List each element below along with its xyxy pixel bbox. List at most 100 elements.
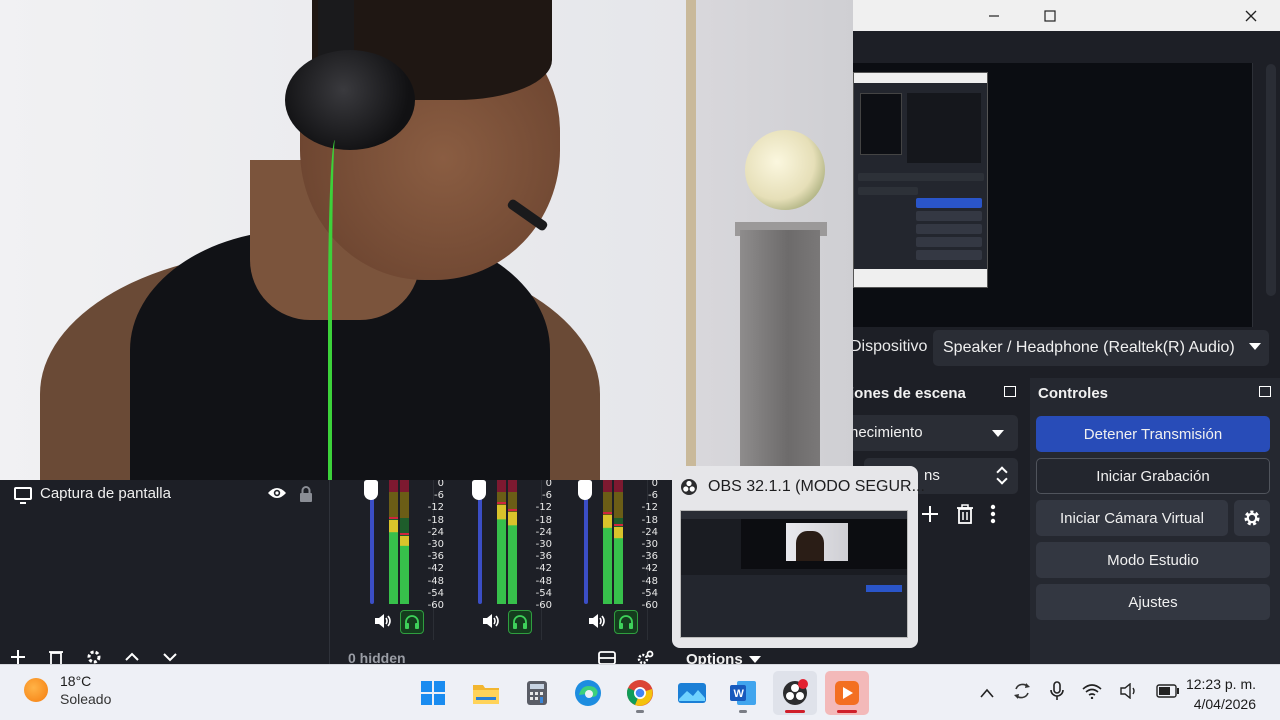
db-tick-label: -24 [427, 526, 444, 538]
db-tick-label: -18 [641, 514, 658, 526]
preview-thumbnail[interactable] [680, 510, 908, 638]
stop-stream-button[interactable]: Detener Transmisión [1036, 416, 1270, 452]
db-tick-label: -42 [427, 563, 444, 575]
virtual-camera-settings-button[interactable] [1234, 500, 1270, 536]
mixer-channel: 0 -6 -12 -18 -24 -30 -36 -42 -48 -54 -60 [330, 478, 444, 640]
taskbar: 18°C Soleado W 12:23 p. m. 4/04/2026 [0, 664, 1280, 720]
video-editor-app[interactable] [825, 671, 869, 715]
monitor-icon [14, 487, 32, 504]
db-tick-label: -54 [427, 587, 444, 599]
controls-panel: Controles Detener Transmisión Iniciar Gr… [1030, 378, 1280, 664]
headphones-icon[interactable] [400, 610, 424, 634]
db-tick-label: -48 [641, 575, 658, 587]
weather-widget[interactable]: 18°C Soleado [24, 673, 111, 707]
transition-value: necimiento [850, 424, 923, 441]
db-scale: 0 -6 -12 -18 -24 -30 -36 -42 -48 -54 -60 [600, 478, 658, 612]
eye-icon[interactable] [267, 486, 287, 505]
volume-fader[interactable] [478, 490, 482, 604]
start-virtual-camera-button[interactable]: Iniciar Cámara Virtual [1036, 500, 1228, 536]
db-tick-label: -48 [427, 575, 444, 587]
window-titlebar [853, 0, 1280, 31]
obs-icon [681, 479, 697, 495]
running-indicator [636, 710, 644, 713]
transition-select[interactable]: necimiento [840, 415, 1018, 451]
start-button[interactable] [411, 671, 455, 715]
speaker-icon[interactable] [374, 613, 392, 634]
audio-device-row: Dispositivo Speaker / Headphone (Realtek… [850, 328, 1280, 368]
speaker-icon[interactable] [588, 613, 606, 634]
active-indicator [785, 710, 805, 713]
undock-icon[interactable] [1259, 386, 1271, 397]
chevron-down-icon [992, 430, 1004, 437]
volume-fader[interactable] [584, 490, 588, 604]
fader-handle[interactable] [578, 480, 592, 500]
db-tick-label: -12 [641, 502, 658, 514]
active-indicator [837, 710, 857, 713]
close-icon[interactable] [1222, 0, 1280, 31]
db-tick-label: -54 [641, 587, 658, 599]
headphones-icon[interactable] [508, 610, 532, 634]
svg-text:W: W [734, 688, 745, 700]
db-tick-label: -6 [434, 490, 444, 502]
taskbar-window-preview[interactable]: OBS 32.1.1 (MODO SEGUR... [672, 466, 925, 648]
maximize-icon[interactable] [1022, 0, 1078, 31]
headphones-icon[interactable] [614, 610, 638, 634]
db-tick-label: -18 [427, 514, 444, 526]
db-tick-label: -36 [641, 551, 658, 563]
undock-icon[interactable] [1004, 386, 1016, 397]
calculator-icon [527, 681, 547, 705]
mixer-channel: 0 -6 -12 -18 -24 -30 -36 -42 -48 -54 -60 [438, 478, 552, 640]
fader-handle[interactable] [472, 480, 486, 500]
source-item[interactable]: Captura de pantalla [0, 480, 330, 508]
source-name: Captura de pantalla [40, 485, 171, 502]
audio-mixer: 0 -6 -12 -18 -24 -30 -36 -42 -48 -54 -60 0 -6 -12 -18-… [330, 478, 670, 666]
add-icon[interactable] [920, 503, 940, 531]
volume-fader[interactable] [370, 490, 374, 604]
video-editor-icon [835, 681, 859, 705]
minimize-icon[interactable] [966, 0, 1022, 31]
chrome-icon [627, 680, 653, 706]
clock[interactable]: 12:23 p. m. 4/04/2026 [1186, 674, 1256, 714]
gear-icon [1244, 510, 1260, 526]
wifi-icon[interactable] [1082, 683, 1102, 704]
word-icon: W [730, 681, 756, 705]
clock-date: 4/04/2026 [1193, 696, 1256, 712]
file-explorer-app[interactable] [464, 671, 508, 715]
db-tick-label: -30 [427, 539, 444, 551]
transition-tools [920, 502, 1020, 532]
system-tray [980, 681, 1180, 706]
db-scale: 0 -6 -12 -18 -24 -30 -36 -42 -48 -54 -60 [386, 478, 444, 612]
calculator-app[interactable] [515, 671, 559, 715]
db-tick-label: -12 [427, 502, 444, 514]
chrome-app[interactable] [618, 671, 662, 715]
trash-icon[interactable] [956, 503, 974, 531]
start-recording-button[interactable]: Iniciar Grabación [1036, 458, 1270, 494]
edge-app[interactable] [566, 671, 610, 715]
lock-icon[interactable] [298, 486, 314, 508]
sync-icon[interactable] [1012, 681, 1032, 706]
chevron-down-icon[interactable] [996, 473, 1008, 485]
speaker-icon[interactable] [482, 613, 500, 634]
device-value: Speaker / Headphone (Realtek(R) Audio) [943, 339, 1235, 356]
chevron-up-icon[interactable] [980, 685, 994, 703]
settings-button[interactable]: Ajustes [1036, 584, 1270, 620]
device-label: Dispositivo [850, 338, 928, 355]
studio-mode-button[interactable]: Modo Estudio [1036, 542, 1270, 578]
db-tick-label: -6 [648, 490, 658, 502]
microphone-icon[interactable] [1050, 681, 1064, 706]
chevron-down-icon [1249, 343, 1261, 350]
preview-scrollbar[interactable] [1266, 64, 1276, 296]
obs-app[interactable] [773, 671, 817, 715]
more-options-icon[interactable] [990, 503, 996, 531]
volume-icon[interactable] [1120, 682, 1138, 704]
battery-icon[interactable] [1156, 684, 1180, 703]
photos-app[interactable] [670, 671, 714, 715]
running-indicator [739, 710, 747, 713]
word-app[interactable]: W [721, 671, 765, 715]
device-select[interactable]: Speaker / Headphone (Realtek(R) Audio) [933, 330, 1269, 366]
controls-title: Controles [1038, 385, 1109, 402]
db-tick-label: -30 [641, 539, 658, 551]
sun-icon [24, 678, 48, 702]
fader-handle[interactable] [364, 480, 378, 500]
nested-obs-capture [853, 72, 988, 288]
